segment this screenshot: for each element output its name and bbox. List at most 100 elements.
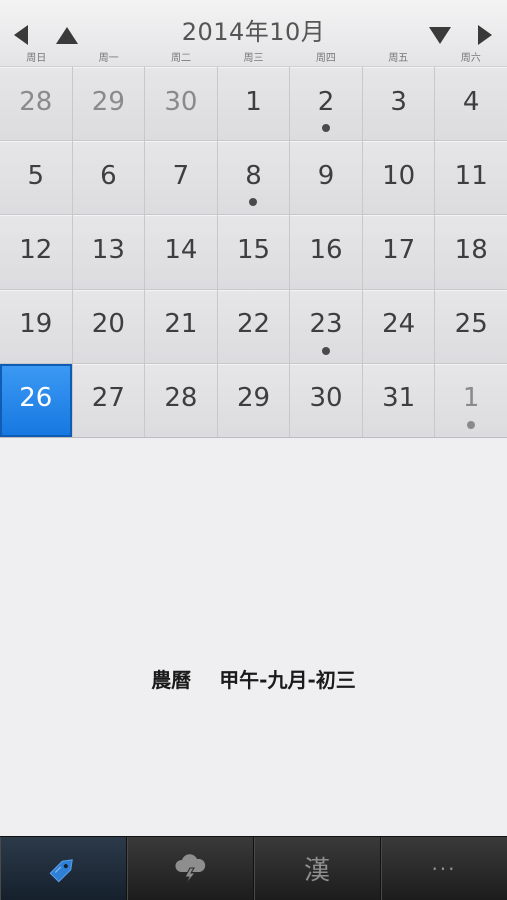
calendar-app: 2014年10月 周日 周一 周二 周三 周四 周五 周六 28 29 30 1 2 3 4… [0, 0, 507, 900]
event-dot [249, 198, 258, 207]
day-number: 15 [236, 234, 271, 265]
day-cell[interactable]: 19 [0, 289, 72, 363]
tab-han[interactable]: 漢 [254, 837, 381, 900]
day-number: 1 [462, 383, 480, 414]
day-number: 29 [91, 86, 125, 117]
day-number: 29 [236, 383, 271, 414]
day-cell[interactable]: 6 [72, 141, 145, 215]
day-cell[interactable]: 10 [362, 141, 435, 215]
tag-icon [49, 858, 73, 882]
weekday-label: 周六 [460, 53, 481, 64]
day-number: 23 [309, 309, 343, 340]
day-number: 24 [382, 309, 416, 340]
day-number: 22 [236, 309, 271, 340]
triangle-right-icon [478, 25, 492, 45]
day-number: 18 [454, 234, 488, 265]
day-cell[interactable]: 12 [0, 215, 72, 289]
day-cell[interactable]: 22 [217, 289, 290, 363]
day-number: 19 [19, 309, 53, 340]
calendar-grid: 28 29 30 1 2 3 4 5 6 7 8 9 10 11 12 13 14 15 16 17 18 19 20 21 2… [0, 67, 507, 438]
day-number: 26 [19, 383, 53, 414]
day-cell[interactable]: 28 [145, 363, 217, 437]
day-number: 25 [454, 309, 488, 340]
more-icon: ··· [431, 856, 457, 881]
day-cell[interactable]: 25 [435, 289, 507, 363]
day-cell[interactable]: 27 [72, 363, 145, 437]
weekday-row: 周日 周一 周二 周三 周四 周五 周六 [0, 52, 507, 66]
day-cell[interactable]: 5 [0, 141, 72, 215]
day-cell[interactable]: 16 [290, 215, 362, 289]
day-cell[interactable]: 17 [362, 215, 435, 289]
cloud-lightning-icon [175, 853, 206, 884]
day-cell[interactable]: 1 [435, 363, 507, 437]
day-number: 28 [19, 86, 53, 117]
tab-more[interactable]: ··· [381, 837, 507, 900]
day-cell[interactable]: 14 [145, 215, 217, 289]
triangle-down-icon [429, 27, 451, 44]
day-cell[interactable]: 18 [435, 215, 507, 289]
tab-weather[interactable] [127, 837, 254, 900]
weekday-label: 周一 [98, 53, 119, 64]
day-number: 14 [164, 234, 198, 265]
day-number: 27 [91, 383, 125, 414]
weekday-label: 周四 [315, 53, 336, 64]
day-cell[interactable]: 30 [290, 363, 362, 437]
day-cell[interactable]: 8 [217, 141, 290, 215]
day-number: 31 [382, 383, 416, 414]
day-number: 11 [454, 160, 488, 191]
next-year-button[interactable] [425, 20, 455, 50]
day-cell[interactable]: 2 [290, 67, 362, 141]
event-dot [322, 346, 331, 355]
day-number: 21 [164, 309, 198, 340]
day-number: 2 [317, 86, 335, 117]
weekday-label: 周三 [243, 53, 264, 64]
day-cell[interactable]: 13 [72, 215, 145, 289]
day-cell[interactable]: 21 [145, 289, 217, 363]
day-number: 30 [164, 86, 198, 117]
weekday-label: 周日 [26, 53, 47, 64]
day-cell[interactable]: 24 [362, 289, 435, 363]
weekday-label: 周五 [388, 53, 409, 64]
day-cell[interactable]: 4 [435, 67, 507, 141]
weekday-label: 周二 [171, 53, 192, 64]
event-dot [322, 124, 331, 133]
day-cell[interactable]: 20 [72, 289, 145, 363]
day-cell[interactable]: 15 [217, 215, 290, 289]
day-number: 17 [382, 234, 416, 265]
day-cell[interactable]: 7 [145, 141, 217, 215]
next-month-button[interactable] [470, 20, 500, 50]
day-cell[interactable]: 29 [217, 363, 290, 437]
day-number: 7 [172, 160, 190, 191]
tab-bar: 漢 ··· [0, 836, 507, 900]
day-number: 10 [382, 160, 416, 191]
day-cell[interactable]: 3 [362, 67, 435, 141]
day-cell[interactable]: 9 [290, 141, 362, 215]
day-number: 6 [100, 160, 117, 191]
day-number: 30 [309, 383, 343, 414]
tab-tags[interactable] [0, 837, 127, 900]
day-number: 9 [317, 160, 335, 191]
day-number: 13 [91, 234, 125, 265]
day-number: 12 [19, 234, 53, 265]
day-number: 16 [309, 234, 343, 265]
day-cell[interactable]: 11 [435, 141, 507, 215]
day-number: 8 [245, 160, 262, 191]
day-number: 1 [245, 86, 262, 117]
han-character-icon: 漢 [303, 856, 330, 886]
day-cell[interactable]: 23 [290, 289, 362, 363]
lunar-label: 農曆 [151, 668, 192, 692]
day-number: 28 [164, 383, 198, 414]
day-number: 5 [27, 160, 45, 191]
day-cell[interactable]: 30 [145, 67, 217, 141]
calendar-header: 2014年10月 周日 周一 周二 周三 周四 周五 周六 [0, 0, 507, 67]
event-dot [467, 420, 476, 429]
day-cell-today[interactable]: 26 [0, 363, 72, 437]
day-number: 3 [390, 86, 407, 117]
day-number: 4 [462, 86, 480, 117]
day-cell[interactable]: 29 [72, 67, 145, 141]
day-cell[interactable]: 1 [217, 67, 290, 141]
day-cell[interactable]: 28 [0, 67, 72, 141]
day-cell[interactable]: 31 [362, 363, 435, 437]
lunar-value: 甲午-九月-初三 [219, 668, 356, 692]
day-number: 20 [91, 309, 125, 340]
